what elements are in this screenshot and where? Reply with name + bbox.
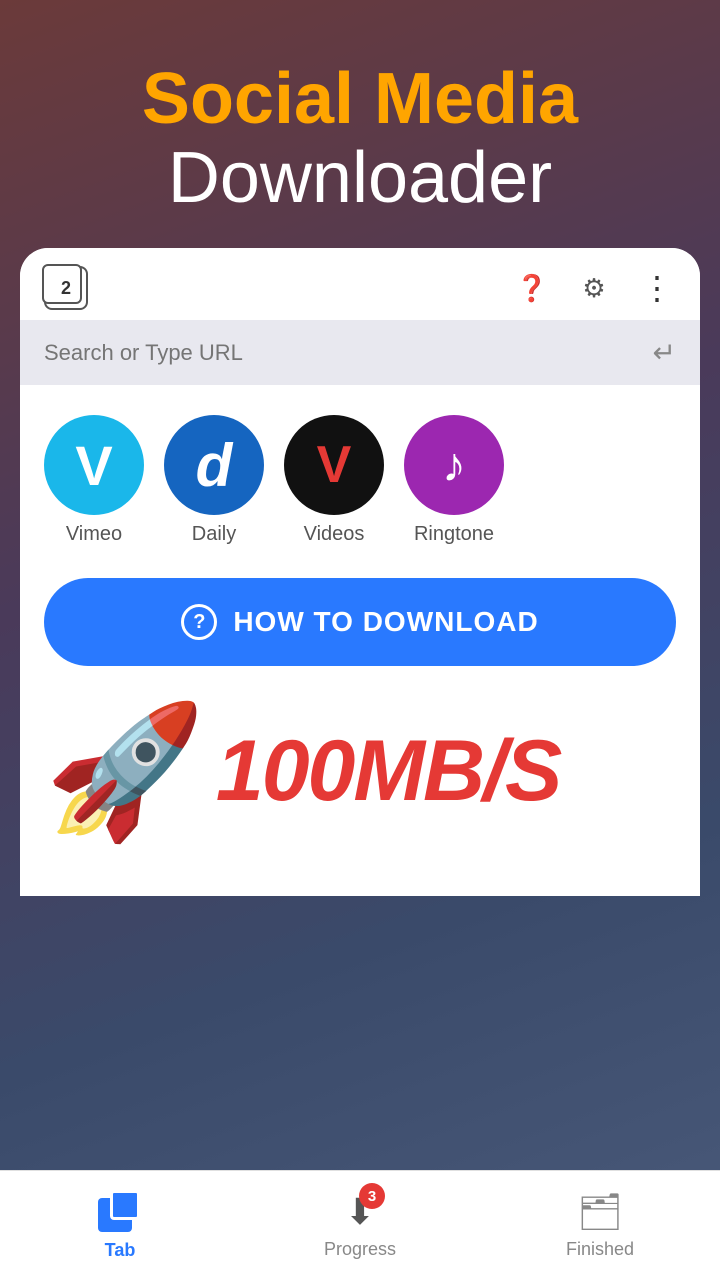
speed-value: 100MB/S (216, 722, 561, 821)
videos-label: Videos (304, 523, 365, 546)
header: Social Media Downloader (0, 0, 720, 248)
tab-count-badge[interactable]: 2 (44, 266, 88, 310)
ringtone-circle: ♪ (404, 415, 504, 515)
more-button[interactable]: ⋮ (636, 268, 676, 308)
app-icon-ringtone[interactable]: ♪ Ringtone (404, 415, 504, 546)
progress-nav-label: Progress (324, 1239, 396, 1260)
vimeo-label: Vimeo (66, 523, 122, 546)
nav-progress[interactable]: ⬇ 3 Progress (240, 1191, 480, 1260)
app-icon-vimeo[interactable]: V Vimeo (44, 415, 144, 546)
how-to-download-button[interactable]: ? HOW TO DOWNLOAD (44, 578, 676, 666)
download-help-icon: ? (181, 604, 217, 640)
finished-nav-label: Finished (566, 1239, 634, 1260)
help-button[interactable]: ❓ (512, 268, 552, 308)
toolbar: 2 ❓ ⚙ ⋮ (20, 248, 700, 320)
app-icon-daily[interactable]: d Daily (164, 415, 264, 546)
app-icon-videos[interactable]: V Videos (284, 415, 384, 546)
title-white: Downloader (20, 139, 700, 218)
ringtone-label: Ringtone (414, 523, 494, 546)
search-input[interactable] (44, 340, 653, 366)
toolbar-icons: ❓ ⚙ ⋮ (512, 268, 676, 308)
vimeo-circle: V (44, 415, 144, 515)
help-icon: ❓ (516, 273, 548, 304)
main-card: 2 ❓ ⚙ ⋮ ↵ V Vimeo (20, 248, 700, 896)
tab-nav-label: Tab (105, 1240, 136, 1261)
nav-tab[interactable]: Tab (0, 1190, 240, 1261)
tab-icon (98, 1190, 140, 1232)
finished-icon: 🗂 (577, 1191, 623, 1233)
enter-icon: ↵ (653, 336, 676, 369)
download-btn-label: HOW TO DOWNLOAD (233, 606, 538, 638)
gear-icon: ⚙ (582, 273, 605, 304)
progress-badge: 3 (359, 1183, 385, 1209)
videos-circle: V (284, 415, 384, 515)
more-icon: ⋮ (641, 269, 671, 307)
bottom-nav: Tab ⬇ 3 Progress 🗂 Finished (0, 1170, 720, 1280)
nav-finished[interactable]: 🗂 Finished (480, 1191, 720, 1260)
app-icons-row: V Vimeo d Daily V Videos ♪ Rin (44, 415, 676, 546)
search-bar[interactable]: ↵ (20, 320, 700, 385)
daily-circle: d (164, 415, 264, 515)
content-area: V Vimeo d Daily V Videos ♪ Rin (20, 385, 700, 896)
speed-section: 🚀 100MB/S (44, 686, 676, 866)
settings-button[interactable]: ⚙ (574, 268, 614, 308)
daily-label: Daily (192, 523, 236, 546)
title-orange: Social Media (20, 60, 700, 139)
rocket-emoji: 🚀 (44, 706, 206, 836)
